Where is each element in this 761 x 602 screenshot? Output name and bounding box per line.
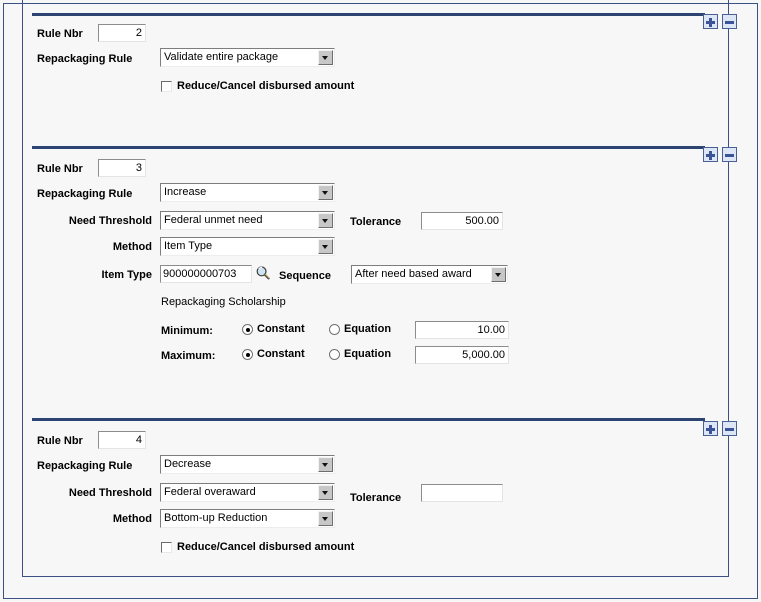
reduce-cancel-label-3: Reduce/Cancel disbursed amount [177, 541, 355, 553]
maximum-constant-label: Constant [257, 348, 305, 360]
row-controls-1 [703, 14, 737, 29]
minus-icon [725, 428, 734, 431]
repackaging-rule-value-2: Increase [164, 186, 207, 198]
repackaging-rule-label-3: Repackaging Rule [37, 460, 133, 472]
method-select-3[interactable]: Bottom-up Reduction [160, 509, 335, 528]
chevron-down-icon[interactable] [318, 185, 333, 200]
row-controls-2 [703, 147, 737, 162]
delete-row-button[interactable] [722, 421, 737, 436]
plus-icon-vertical [709, 18, 712, 27]
minimum-constant-label: Constant [257, 323, 305, 335]
repackaging-rule-select-1[interactable]: Validate entire package [160, 48, 335, 67]
plus-icon-vertical [709, 425, 712, 434]
item-type-input-2[interactable] [160, 265, 252, 283]
maximum-constant-radio-wrap[interactable]: Constant [242, 348, 305, 361]
need-threshold-label-3: Need Threshold [68, 487, 152, 499]
rule-nbr-input-2[interactable] [98, 159, 146, 177]
maximum-equation-radio[interactable] [329, 349, 340, 360]
method-label-3: Method [112, 513, 152, 525]
need-threshold-value-3: Federal overaward [164, 486, 256, 498]
rule-nbr-label-2: Rule Nbr [37, 163, 83, 175]
rule-nbr-label-3: Rule Nbr [37, 435, 83, 447]
delete-row-button[interactable] [722, 147, 737, 162]
rule-nbr-label-1: Rule Nbr [37, 28, 83, 40]
reduce-cancel-checkbox-3[interactable] [161, 542, 172, 553]
need-threshold-value-2: Federal unmet need [164, 214, 263, 226]
tolerance-label-3: Tolerance [350, 492, 402, 504]
need-threshold-label-2: Need Threshold [68, 215, 152, 227]
maximum-constant-radio[interactable] [242, 349, 253, 360]
method-label-2: Method [112, 241, 152, 253]
maximum-equation-label: Equation [344, 348, 392, 360]
repackaging-rule-label-1: Repackaging Rule [37, 53, 133, 65]
minimum-equation-radio-wrap[interactable]: Equation [329, 323, 391, 336]
chevron-down-icon[interactable] [318, 511, 333, 526]
rule-nbr-input-3[interactable] [98, 431, 146, 449]
tolerance-label-2: Tolerance [350, 216, 402, 228]
maximum-equation-radio-wrap[interactable]: Equation [329, 348, 391, 361]
maximum-value-input[interactable] [415, 346, 509, 364]
method-value-3: Bottom-up Reduction [164, 512, 268, 524]
add-row-button[interactable] [703, 147, 718, 162]
chevron-down-icon[interactable] [318, 457, 333, 472]
chevron-down-icon[interactable] [318, 485, 333, 500]
chevron-down-icon[interactable] [318, 239, 333, 254]
delete-row-button[interactable] [722, 14, 737, 29]
reduce-cancel-label-1: Reduce/Cancel disbursed amount [177, 80, 355, 92]
minimum-value-input[interactable] [415, 321, 509, 339]
minus-icon [725, 21, 734, 24]
add-row-button[interactable] [703, 14, 718, 29]
reduce-cancel-checkbox-wrap-3[interactable]: Reduce/Cancel disbursed amount [161, 541, 354, 554]
add-row-button[interactable] [703, 421, 718, 436]
method-select-2[interactable]: Item Type [160, 237, 335, 256]
group-divider-2 [32, 146, 705, 149]
minimum-constant-radio-wrap[interactable]: Constant [242, 323, 305, 336]
repackaging-rule-select-3[interactable]: Decrease [160, 455, 335, 474]
minimum-equation-radio[interactable] [329, 324, 340, 335]
method-value-2: Item Type [164, 240, 213, 252]
lookup-search-icon[interactable] [255, 265, 271, 281]
item-type-label-2: Item Type [101, 269, 152, 281]
reduce-cancel-checkbox-wrap-1[interactable]: Reduce/Cancel disbursed amount [161, 80, 354, 93]
repackaging-rule-select-2[interactable]: Increase [160, 183, 335, 202]
tolerance-input-3[interactable] [421, 484, 503, 502]
minus-icon [725, 154, 734, 157]
sequence-label-2: Sequence [279, 270, 331, 282]
repackaging-rule-value-1: Validate entire package [164, 51, 279, 63]
repackaging-scholarship-heading: Repackaging Scholarship [161, 296, 286, 308]
reduce-cancel-checkbox-1[interactable] [161, 81, 172, 92]
rule-nbr-input-1[interactable] [98, 24, 146, 42]
group-divider-3 [32, 418, 705, 421]
row-controls-3 [703, 421, 737, 436]
chevron-down-icon[interactable] [318, 213, 333, 228]
repackaging-rule-label-2: Repackaging Rule [37, 188, 133, 200]
need-threshold-select-2[interactable]: Federal unmet need [160, 211, 335, 230]
chevron-down-icon[interactable] [491, 267, 506, 282]
sequence-value-2: After need based award [355, 268, 472, 280]
chevron-down-icon[interactable] [318, 50, 333, 65]
group-divider-1 [32, 13, 705, 16]
plus-icon-vertical [709, 151, 712, 160]
maximum-label: Maximum: [161, 350, 216, 362]
repackaging-rule-value-3: Decrease [164, 458, 212, 470]
sequence-select-2[interactable]: After need based award [351, 265, 508, 284]
need-threshold-select-3[interactable]: Federal overaward [160, 483, 335, 502]
repackaging-rules-panel: Rule Nbr Repackaging Rule Validate entir… [0, 0, 761, 602]
tolerance-input-2[interactable] [421, 212, 503, 230]
minimum-constant-radio[interactable] [242, 324, 253, 335]
minimum-label: Minimum: [161, 325, 213, 337]
minimum-equation-label: Equation [344, 323, 392, 335]
